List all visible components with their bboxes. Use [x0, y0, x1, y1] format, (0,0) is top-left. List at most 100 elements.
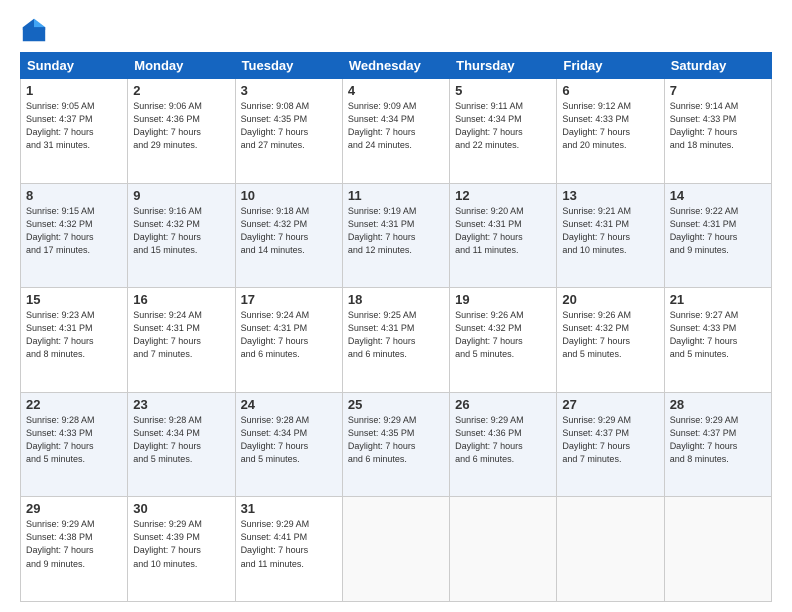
- day-info: Sunrise: 9:21 AMSunset: 4:31 PMDaylight:…: [562, 206, 631, 255]
- day-info: Sunrise: 9:28 AMSunset: 4:34 PMDaylight:…: [133, 415, 202, 464]
- day-info: Sunrise: 9:25 AMSunset: 4:31 PMDaylight:…: [348, 310, 417, 359]
- day-number: 5: [455, 83, 551, 98]
- day-number: 21: [670, 292, 766, 307]
- day-cell-11: 11 Sunrise: 9:19 AMSunset: 4:31 PMDayligh…: [342, 183, 449, 288]
- col-header-tuesday: Tuesday: [235, 53, 342, 79]
- empty-cell: [450, 497, 557, 602]
- day-info: Sunrise: 9:08 AMSunset: 4:35 PMDaylight:…: [241, 101, 310, 150]
- day-cell-6: 6Sunrise: 9:12 AMSunset: 4:33 PMDaylight…: [557, 79, 664, 184]
- day-info: Sunrise: 9:29 AMSunset: 4:37 PMDaylight:…: [562, 415, 631, 464]
- day-number: 3: [241, 83, 337, 98]
- day-cell-24: 24 Sunrise: 9:28 AMSunset: 4:34 PMDayligh…: [235, 392, 342, 497]
- day-cell-14: 14Sunrise: 9:22 AMSunset: 4:31 PMDayligh…: [664, 183, 771, 288]
- day-cell-20: 20 Sunrise: 9:26 AMSunset: 4:32 PMDayligh…: [557, 288, 664, 393]
- logo: [20, 16, 52, 44]
- calendar-header-row: SundayMondayTuesdayWednesdayThursdayFrid…: [21, 53, 772, 79]
- day-number: 19: [455, 292, 551, 307]
- day-number: 28: [670, 397, 766, 412]
- col-header-friday: Friday: [557, 53, 664, 79]
- day-number: 15: [26, 292, 122, 307]
- day-cell-22: 22Sunrise: 9:28 AMSunset: 4:33 PMDayligh…: [21, 392, 128, 497]
- empty-cell: [557, 497, 664, 602]
- day-number: 9: [133, 188, 229, 203]
- day-cell-28: 28 Sunrise: 9:29 AMSunset: 4:37 PMDayligh…: [664, 392, 771, 497]
- day-info: Sunrise: 9:16 AMSunset: 4:32 PMDaylight:…: [133, 206, 202, 255]
- day-info: Sunrise: 9:12 AMSunset: 4:33 PMDaylight:…: [562, 101, 631, 150]
- calendar-week-row: 1 Sunrise: 9:05 AMSunset: 4:37 PMDaylight…: [21, 79, 772, 184]
- day-info: Sunrise: 9:11 AMSunset: 4:34 PMDaylight:…: [455, 101, 523, 150]
- day-cell-16: 16 Sunrise: 9:24 AMSunset: 4:31 PMDayligh…: [128, 288, 235, 393]
- day-info: Sunrise: 9:24 AMSunset: 4:31 PMDaylight:…: [133, 310, 202, 359]
- day-cell-15: 15 Sunrise: 9:23 AMSunset: 4:31 PMDayligh…: [21, 288, 128, 393]
- day-info: Sunrise: 9:19 AMSunset: 4:31 PMDaylight:…: [348, 206, 417, 255]
- day-cell-21: 21 Sunrise: 9:27 AMSunset: 4:33 PMDayligh…: [664, 288, 771, 393]
- day-number: 31: [241, 501, 337, 516]
- day-info: Sunrise: 9:09 AMSunset: 4:34 PMDaylight:…: [348, 101, 417, 150]
- day-info: Sunrise: 9:15 AMSunset: 4:32 PMDaylight:…: [26, 206, 95, 255]
- col-header-thursday: Thursday: [450, 53, 557, 79]
- day-info: Sunrise: 9:05 AMSunset: 4:37 PMDaylight:…: [26, 101, 95, 150]
- calendar-week-row: 8 Sunrise: 9:15 AMSunset: 4:32 PMDaylight…: [21, 183, 772, 288]
- day-cell-29: 29 Sunrise: 9:29 AMSunset: 4:38 PMDayligh…: [21, 497, 128, 602]
- day-info: Sunrise: 9:20 AMSunset: 4:31 PMDaylight:…: [455, 206, 524, 255]
- day-cell-30: 30 Sunrise: 9:29 AMSunset: 4:39 PMDayligh…: [128, 497, 235, 602]
- header: [20, 16, 772, 44]
- day-cell-31: 31 Sunrise: 9:29 AMSunset: 4:41 PMDayligh…: [235, 497, 342, 602]
- day-cell-12: 12 Sunrise: 9:20 AMSunset: 4:31 PMDayligh…: [450, 183, 557, 288]
- day-info: Sunrise: 9:26 AMSunset: 4:32 PMDaylight:…: [562, 310, 631, 359]
- day-number: 30: [133, 501, 229, 516]
- day-cell-23: 23 Sunrise: 9:28 AMSunset: 4:34 PMDayligh…: [128, 392, 235, 497]
- day-cell-19: 19 Sunrise: 9:26 AMSunset: 4:32 PMDayligh…: [450, 288, 557, 393]
- day-info: Sunrise: 9:29 AMSunset: 4:38 PMDaylight:…: [26, 519, 95, 568]
- day-number: 10: [241, 188, 337, 203]
- calendar-week-row: 15 Sunrise: 9:23 AMSunset: 4:31 PMDayligh…: [21, 288, 772, 393]
- day-info: Sunrise: 9:29 AMSunset: 4:41 PMDaylight:…: [241, 519, 310, 568]
- col-header-saturday: Saturday: [664, 53, 771, 79]
- day-info: Sunrise: 9:14 AMSunset: 4:33 PMDaylight:…: [670, 101, 739, 150]
- empty-cell: [342, 497, 449, 602]
- day-number: 2: [133, 83, 229, 98]
- day-info: Sunrise: 9:29 AMSunset: 4:37 PMDaylight:…: [670, 415, 739, 464]
- day-number: 25: [348, 397, 444, 412]
- day-cell-1: 1 Sunrise: 9:05 AMSunset: 4:37 PMDaylight…: [21, 79, 128, 184]
- logo-icon: [20, 16, 48, 44]
- day-cell-10: 10Sunrise: 9:18 AMSunset: 4:32 PMDayligh…: [235, 183, 342, 288]
- day-info: Sunrise: 9:29 AMSunset: 4:39 PMDaylight:…: [133, 519, 202, 568]
- day-number: 11: [348, 188, 444, 203]
- page: SundayMondayTuesdayWednesdayThursdayFrid…: [0, 0, 792, 612]
- day-number: 1: [26, 83, 122, 98]
- day-info: Sunrise: 9:26 AMSunset: 4:32 PMDaylight:…: [455, 310, 524, 359]
- day-cell-26: 26Sunrise: 9:29 AMSunset: 4:36 PMDayligh…: [450, 392, 557, 497]
- day-number: 20: [562, 292, 658, 307]
- day-info: Sunrise: 9:28 AMSunset: 4:34 PMDaylight:…: [241, 415, 310, 464]
- col-header-sunday: Sunday: [21, 53, 128, 79]
- day-number: 22: [26, 397, 122, 412]
- day-cell-27: 27 Sunrise: 9:29 AMSunset: 4:37 PMDayligh…: [557, 392, 664, 497]
- day-number: 24: [241, 397, 337, 412]
- day-number: 26: [455, 397, 551, 412]
- day-number: 29: [26, 501, 122, 516]
- day-number: 27: [562, 397, 658, 412]
- day-number: 23: [133, 397, 229, 412]
- day-number: 17: [241, 292, 337, 307]
- day-info: Sunrise: 9:29 AMSunset: 4:35 PMDaylight:…: [348, 415, 417, 464]
- day-number: 8: [26, 188, 122, 203]
- day-cell-17: 17 Sunrise: 9:24 AMSunset: 4:31 PMDayligh…: [235, 288, 342, 393]
- day-cell-3: 3 Sunrise: 9:08 AMSunset: 4:35 PMDaylight…: [235, 79, 342, 184]
- day-number: 12: [455, 188, 551, 203]
- day-number: 16: [133, 292, 229, 307]
- empty-cell: [664, 497, 771, 602]
- col-header-wednesday: Wednesday: [342, 53, 449, 79]
- day-info: Sunrise: 9:06 AMSunset: 4:36 PMDaylight:…: [133, 101, 202, 150]
- day-cell-7: 7Sunrise: 9:14 AMSunset: 4:33 PMDaylight…: [664, 79, 771, 184]
- day-info: Sunrise: 9:23 AMSunset: 4:31 PMDaylight:…: [26, 310, 95, 359]
- day-info: Sunrise: 9:27 AMSunset: 4:33 PMDaylight:…: [670, 310, 739, 359]
- day-cell-25: 25 Sunrise: 9:29 AMSunset: 4:35 PMDayligh…: [342, 392, 449, 497]
- day-number: 4: [348, 83, 444, 98]
- day-info: Sunrise: 9:24 AMSunset: 4:31 PMDaylight:…: [241, 310, 310, 359]
- day-cell-18: 18Sunrise: 9:25 AMSunset: 4:31 PMDayligh…: [342, 288, 449, 393]
- day-cell-2: 2 Sunrise: 9:06 AMSunset: 4:36 PMDaylight…: [128, 79, 235, 184]
- day-cell-5: 5 Sunrise: 9:11 AMSunset: 4:34 PMDaylight…: [450, 79, 557, 184]
- day-number: 13: [562, 188, 658, 203]
- day-cell-4: 4 Sunrise: 9:09 AMSunset: 4:34 PMDaylight…: [342, 79, 449, 184]
